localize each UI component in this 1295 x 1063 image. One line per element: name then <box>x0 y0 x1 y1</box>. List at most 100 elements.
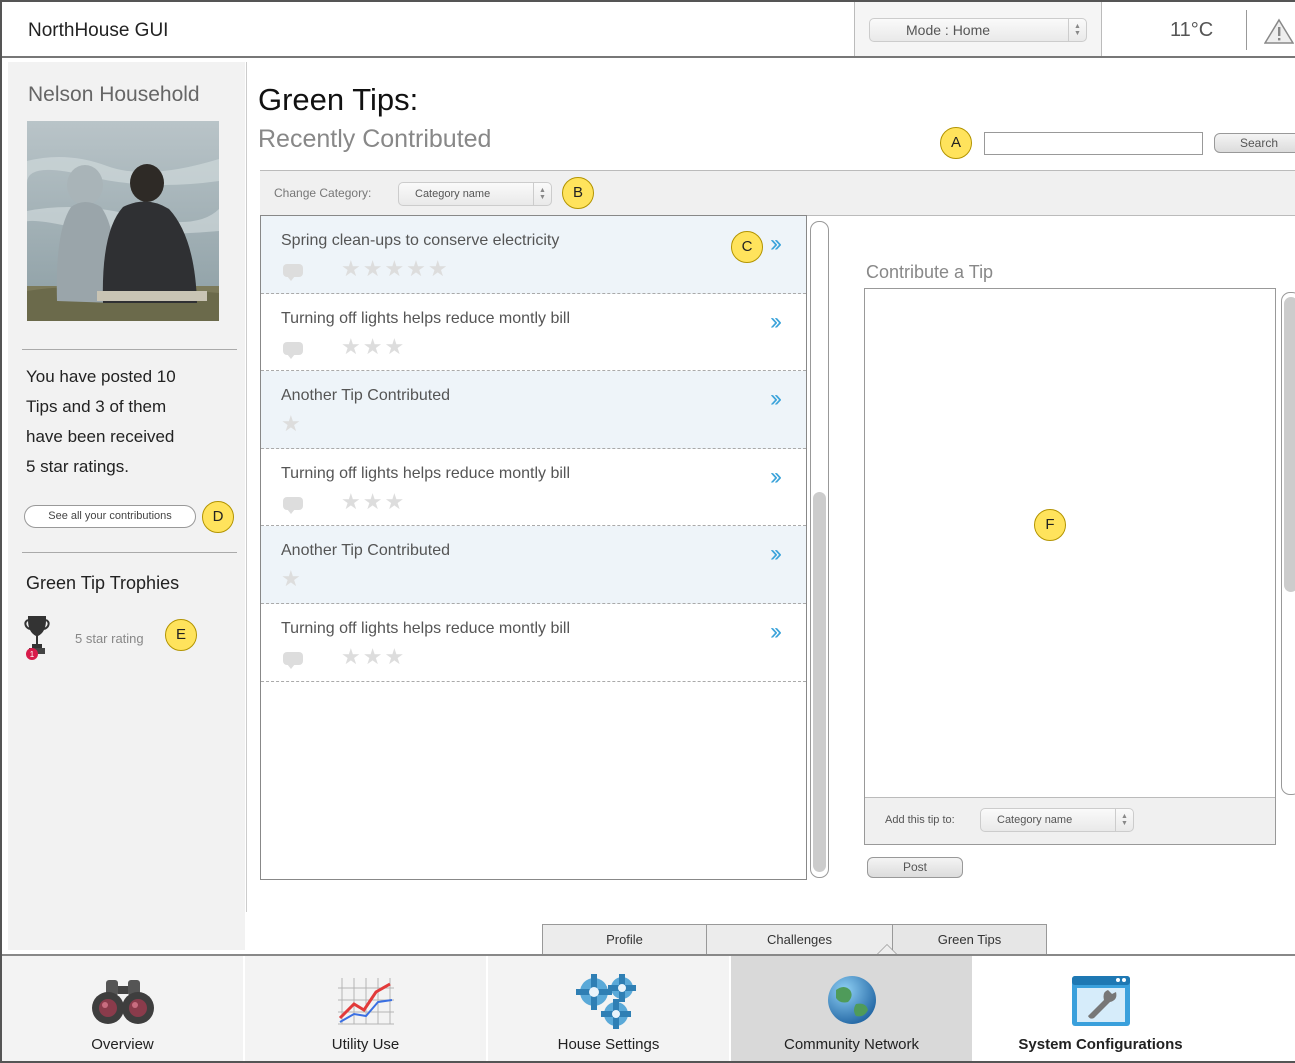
divider <box>22 552 237 553</box>
nav-label: Utility Use <box>331 1036 400 1053</box>
profile-sidebar: Nelson Household You have posted 10 Tips… <box>8 62 247 950</box>
tab-profile[interactable]: Profile <box>542 924 706 956</box>
tip-title: Spring clean-ups to conserve electricity <box>281 232 560 249</box>
change-category-label: Change Category: <box>274 186 372 200</box>
mode-select[interactable]: Mode : Home ▲ ▼ <box>869 18 1087 42</box>
list-item[interactable]: Turning off lights helps reduce montly b… <box>261 449 806 527</box>
page-subtitle: Recently Contributed <box>258 125 492 153</box>
nav-utility-use[interactable]: Utility Use <box>245 956 488 1061</box>
page-title: Green Tips: <box>258 82 419 117</box>
tab-green-tips[interactable]: Green Tips <box>892 924 1047 956</box>
nav-system-configurations[interactable]: System Configurations <box>974 956 1229 1061</box>
annotation-marker-b: B <box>562 177 594 209</box>
tip-title: Turning off lights helps reduce montly b… <box>281 309 571 327</box>
chevron-right-icon[interactable]: ›› <box>770 308 782 336</box>
list-item[interactable]: Turning off lights helps reduce montly b… <box>261 294 806 372</box>
chevron-right-icon[interactable]: ›› <box>770 230 782 258</box>
tip-list: Spring clean-ups to conserve electricity… <box>260 215 807 880</box>
post-button[interactable]: Post <box>867 857 963 878</box>
nav-community-network[interactable]: Community Network <box>731 956 974 1061</box>
stepper-arrows-icon: ▲ ▼ <box>1068 19 1086 41</box>
summary-line: Tips and 3 of them <box>26 397 167 416</box>
nav-label: House Settings <box>557 1036 660 1053</box>
chart-icon <box>336 974 396 1035</box>
temperature-readout: 11°C <box>1170 19 1214 41</box>
annotation-marker-d: D <box>202 501 234 533</box>
gears-icon <box>574 974 644 1035</box>
comment-icon <box>283 496 303 514</box>
binoculars-icon <box>90 974 156 1035</box>
star-rating: ★★★ <box>341 643 407 669</box>
star-rating: ★★★ <box>341 333 407 359</box>
tip-title: Turning off lights helps reduce montly b… <box>281 464 571 482</box>
tip-text-area[interactable]: F Add this tip to: Category name ▲ ▼ <box>864 288 1276 845</box>
nav-overview[interactable]: Overview <box>2 956 245 1061</box>
add-category-value: Category name <box>997 814 1073 826</box>
tip-title: Turning off lights helps reduce montly b… <box>281 619 571 637</box>
contribute-title: Contribute a Tip <box>866 262 994 282</box>
tip-text-scrollbar[interactable] <box>1281 292 1295 795</box>
trophy-label: 5 star rating <box>75 631 144 646</box>
tab-challenges[interactable]: Challenges <box>706 924 892 956</box>
stepper-arrows-icon: ▲ ▼ <box>1115 809 1133 831</box>
comment-icon <box>283 651 303 669</box>
trophy-icon[interactable]: 1 <box>24 614 50 667</box>
divider <box>246 62 247 912</box>
summary-line: You have posted 10 <box>26 367 176 386</box>
chevron-right-icon[interactable]: ›› <box>770 463 782 491</box>
nav-label: System Configurations <box>1018 1036 1183 1053</box>
chevron-right-icon[interactable]: ›› <box>770 618 782 646</box>
chevron-right-icon[interactable]: ›› <box>770 540 782 568</box>
summary-line: 5 star ratings. <box>26 457 129 476</box>
mode-value: Mode : Home <box>906 22 991 38</box>
add-tip-label: Add this tip to: <box>885 814 955 826</box>
wrench-window-icon <box>1070 974 1132 1035</box>
trophies-title: Green Tip Trophies <box>26 573 180 593</box>
mode-panel: Mode : Home ▲ ▼ <box>854 2 1102 56</box>
star-rating: ★ <box>281 411 303 437</box>
annotation-marker-e: E <box>165 619 197 651</box>
category-select[interactable]: Category name ▲ ▼ <box>398 182 552 206</box>
tip-title: Another Tip Contributed <box>281 387 450 405</box>
annotation-marker-f: F <box>1034 509 1066 541</box>
nav-label: Community Network <box>783 1036 920 1053</box>
divider <box>1246 10 1247 50</box>
warning-icon[interactable] <box>1263 18 1295 49</box>
main-navigation: Overview Utility Use House Settings Comm… <box>2 954 1295 1061</box>
household-name: Nelson Household <box>28 83 200 106</box>
stepper-arrows-icon: ▲ ▼ <box>533 183 551 205</box>
list-item[interactable]: Spring clean-ups to conserve electricity… <box>261 216 806 294</box>
app-title: NorthHouse GUI <box>28 20 169 41</box>
top-bar: NorthHouse GUI Mode : Home ▲ ▼ 11°C <box>2 2 1295 58</box>
see-contributions-button[interactable]: See all your contributions <box>24 505 196 528</box>
globe-icon <box>824 974 880 1035</box>
trophy-badge-count: 1 <box>30 650 35 659</box>
comment-icon <box>283 264 303 281</box>
list-item[interactable]: Turning off lights helps reduce montly b… <box>261 604 806 682</box>
scrollbar-thumb[interactable] <box>813 492 826 872</box>
divider <box>22 349 237 350</box>
star-rating: ★ <box>281 566 303 592</box>
contribution-summary: You have posted 10 Tips and 3 of them ha… <box>26 362 226 482</box>
tip-list-scrollbar[interactable] <box>810 221 829 878</box>
annotation-marker-c: C <box>731 231 763 263</box>
nav-label: Overview <box>91 1036 154 1053</box>
tip-title: Another Tip Contributed <box>281 542 450 560</box>
tip-category-bar: Add this tip to: Category name ▲ ▼ <box>865 797 1275 844</box>
scrollbar-thumb[interactable] <box>1284 297 1295 592</box>
comment-icon <box>283 341 303 359</box>
annotation-marker-a: A <box>940 127 972 159</box>
summary-line: have been received <box>26 427 175 446</box>
search-input[interactable] <box>984 132 1203 155</box>
list-item[interactable]: Another Tip Contributed ★ ›› <box>261 371 806 449</box>
category-value: Category name <box>415 188 491 200</box>
add-category-select[interactable]: Category name ▲ ▼ <box>980 808 1134 832</box>
nav-house-settings[interactable]: House Settings <box>488 956 731 1061</box>
star-rating: ★★★★★ <box>341 256 450 281</box>
star-rating: ★★★ <box>341 488 407 514</box>
chevron-right-icon[interactable]: ›› <box>770 385 782 413</box>
search-button[interactable]: Search <box>1214 133 1295 153</box>
list-item[interactable]: Another Tip Contributed ★ ›› <box>261 526 806 604</box>
household-photo <box>27 121 219 321</box>
category-bar: Change Category: Category name ▲ ▼ B <box>260 170 1295 216</box>
